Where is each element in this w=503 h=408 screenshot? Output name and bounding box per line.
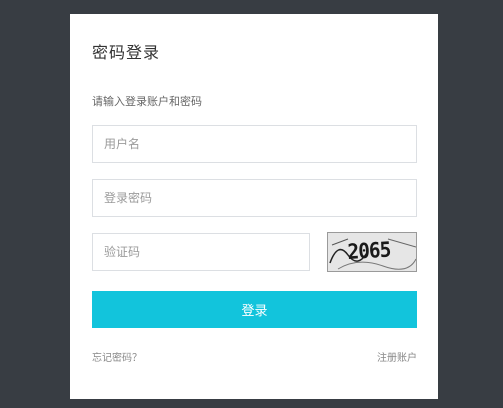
login-title: 密码登录 — [92, 43, 161, 62]
captcha-input[interactable] — [92, 233, 310, 271]
captcha-image[interactable]: 2065 — [327, 232, 417, 272]
captcha-text: 2065 — [347, 237, 391, 264]
forgot-password-link[interactable]: 忘记密码？ — [92, 349, 142, 364]
password-input[interactable] — [92, 179, 417, 217]
login-subtitle: 请输入登录账户和密码 — [92, 95, 202, 108]
register-link[interactable]: 注册账户 — [377, 349, 417, 364]
username-input[interactable] — [92, 125, 417, 163]
login-button[interactable]: 登录 — [92, 291, 417, 328]
login-card: 密码登录 请输入登录账户和密码 2065 登录 忘记密码？ 注册账户 — [70, 14, 438, 399]
